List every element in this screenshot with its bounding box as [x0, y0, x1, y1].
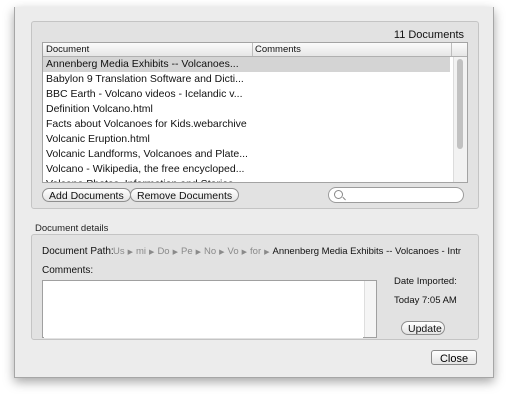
column-header-document[interactable]: Document: [46, 44, 89, 55]
path-segment[interactable]: No: [204, 246, 216, 257]
comments-label: Comments:: [42, 265, 94, 276]
remove-documents-button[interactable]: Remove Documents: [130, 188, 240, 202]
table-header: Document Comments: [43, 43, 467, 57]
table-row[interactable]: Definition Volcano.html: [43, 102, 450, 117]
comments-box: [42, 280, 377, 338]
search-icon: [334, 190, 343, 199]
table-row[interactable]: Volcano - Wikipedia, the free encycloped…: [43, 162, 450, 177]
path-segment-current[interactable]: Annenberg Media Exhibits -- Volcanoes - …: [273, 246, 462, 257]
column-header-comments[interactable]: Comments: [255, 44, 301, 55]
date-imported-value: Today 7:05 AM: [394, 295, 457, 306]
table-row[interactable]: Annenberg Media Exhibits -- Volcanoes...: [43, 57, 450, 72]
table-row[interactable]: Facts about Volcanoes for Kids.webarchiv…: [43, 117, 450, 132]
table-row[interactable]: BBC Earth - Volcano videos - Icelandic v…: [43, 87, 450, 102]
path-segment[interactable]: Do: [157, 246, 169, 257]
right-arrow-icon: ▶: [127, 249, 134, 256]
right-arrow-icon: ▶: [219, 249, 225, 256]
table-row[interactable]: Volcanic Eruption.html: [43, 132, 450, 147]
table-row[interactable]: Volcanic Landforms, Volcanoes and Plate.…: [43, 147, 450, 162]
right-arrow-icon: ▶: [195, 249, 201, 256]
column-divider[interactable]: [451, 43, 452, 56]
table-body: Annenberg Media Exhibits -- Volcanoes...…: [43, 57, 467, 182]
right-arrow-icon: ▶: [149, 249, 155, 256]
table-scrollbar[interactable]: [453, 57, 467, 182]
comments-textarea[interactable]: [44, 282, 363, 338]
document-path-label: Document Path:: [42, 246, 114, 257]
right-arrow-icon: ▶: [172, 249, 178, 256]
path-segment[interactable]: for: [250, 246, 261, 257]
path-segment[interactable]: Pe: [181, 246, 193, 257]
comments-scrollbar[interactable]: [364, 281, 376, 337]
path-segment[interactable]: Us: [113, 246, 125, 257]
column-divider[interactable]: [252, 43, 253, 56]
close-button[interactable]: Close: [431, 350, 477, 365]
table-row[interactable]: Volcano Photos, Information and Stories.…: [43, 177, 450, 182]
update-button[interactable]: Update: [401, 321, 445, 335]
path-segment[interactable]: mi: [136, 246, 146, 257]
right-arrow-icon: ▶: [241, 249, 248, 256]
scrollbar-thumb[interactable]: [457, 59, 463, 149]
document-details-panel: Document Path: Us ▶ mi ▶ Do ▶ Pe ▶ No ▶ Vo ▶ for ▶ Ann…: [31, 234, 479, 340]
search-field[interactable]: [328, 187, 464, 203]
add-documents-button[interactable]: Add Documents: [42, 188, 131, 202]
path-segment[interactable]: Vo: [228, 246, 239, 257]
search-input[interactable]: [345, 188, 459, 202]
document-details-title: Document details: [35, 223, 109, 234]
table-row[interactable]: Babylon 9 Translation Software and Dicti…: [43, 72, 450, 87]
documents-table: Document Comments Annenberg Media Exhibi…: [42, 42, 468, 183]
documents-panel: 11 Documents Document Comments Annenberg…: [31, 21, 479, 209]
date-imported-label: Date Imported:: [394, 276, 457, 287]
document-sheet: 11 Documents Document Comments Annenberg…: [14, 7, 494, 378]
document-path-breadcrumb: Us ▶ mi ▶ Do ▶ Pe ▶ No ▶ Vo ▶ for ▶ Annenberg Media Ex…: [113, 246, 461, 257]
document-count: 11 Documents: [393, 29, 464, 41]
right-arrow-icon: ▶: [264, 249, 270, 256]
